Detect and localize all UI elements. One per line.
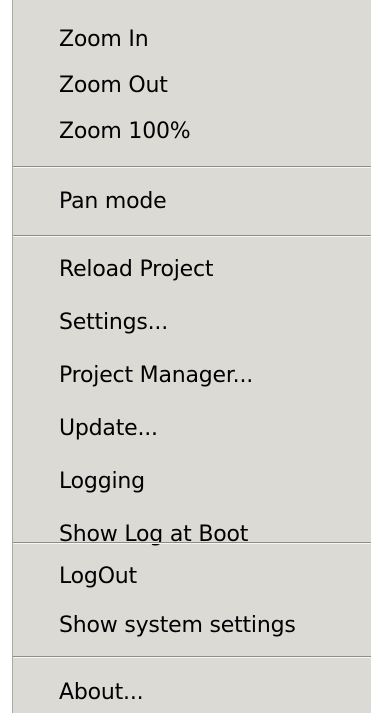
- menu-item-update[interactable]: Update...: [59, 412, 158, 446]
- menu-item-show-log-at-boot[interactable]: Show Log at Boot: [59, 518, 248, 552]
- menu-item-logout[interactable]: LogOut: [59, 560, 137, 594]
- context-menu: Zoom In Zoom Out Zoom 100% Pan mode Relo…: [12, 0, 371, 713]
- menu-item-zoom-out[interactable]: Zoom Out: [59, 69, 168, 103]
- menu-item-show-system-settings[interactable]: Show system settings: [59, 609, 296, 643]
- menu-item-project-manager[interactable]: Project Manager...: [59, 359, 253, 393]
- menu-separator: [13, 542, 371, 544]
- menu-item-about[interactable]: About...: [59, 676, 144, 710]
- menu-item-pan-mode[interactable]: Pan mode: [59, 185, 167, 219]
- menu-separator: [13, 235, 371, 237]
- menu-item-zoom-100[interactable]: Zoom 100%: [59, 115, 191, 149]
- menu-item-reload-project[interactable]: Reload Project: [59, 253, 214, 287]
- menu-item-logging[interactable]: Logging: [59, 465, 145, 499]
- menu-separator: [13, 656, 371, 658]
- menu-item-zoom-in[interactable]: Zoom In: [59, 23, 149, 57]
- menu-item-settings[interactable]: Settings...: [59, 306, 168, 340]
- menu-separator: [13, 166, 371, 168]
